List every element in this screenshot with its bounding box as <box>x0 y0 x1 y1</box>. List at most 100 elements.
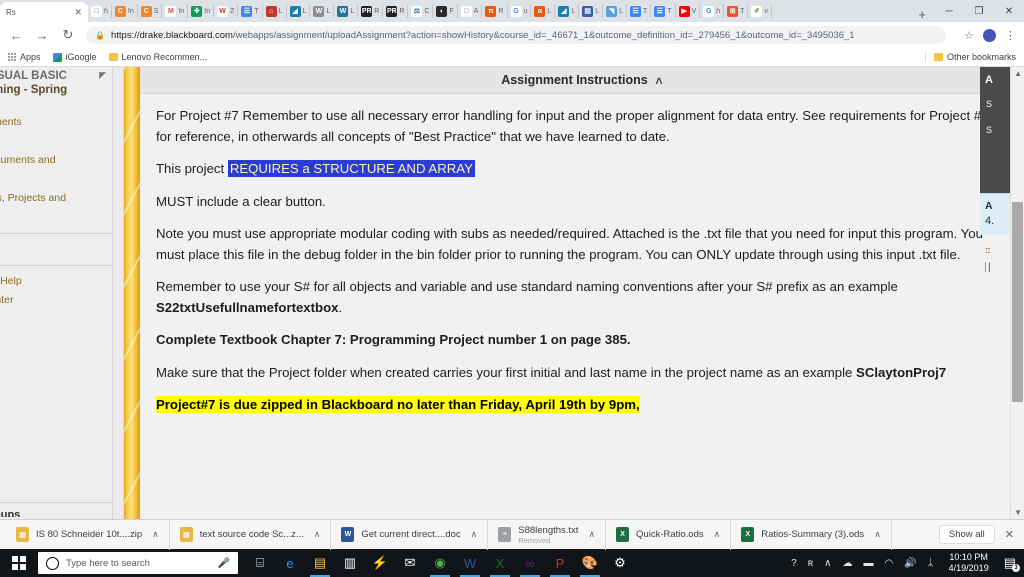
background-tab[interactable]: M In <box>162 4 189 18</box>
background-tab[interactable]: ☰ T <box>651 4 676 18</box>
settings-icon[interactable]: ⚙ <box>606 549 634 577</box>
background-tab[interactable]: ◢ L <box>555 4 580 18</box>
chevron-up-icon[interactable]: ∧ <box>654 74 664 87</box>
help-icon[interactable]: ? <box>791 558 797 569</box>
background-tab[interactable]: ▶ V <box>676 4 701 18</box>
background-tab[interactable]: ✚ In <box>188 4 215 18</box>
maximize-button[interactable]: ❐ <box>964 6 994 17</box>
download-menu-caret-icon[interactable]: ∧ <box>874 529 881 540</box>
battery-icon[interactable]: ▬ <box>863 558 873 569</box>
wifi-icon[interactable]: ◠ <box>884 558 893 569</box>
scroll-up-icon[interactable]: ▲ <box>1014 69 1022 78</box>
sidebar-item[interactable]: Center <box>0 291 112 310</box>
sidebar-item[interactable]: s <box>0 132 112 151</box>
show-hidden-icons[interactable]: ∧ <box>824 558 831 569</box>
forward-icon[interactable]: → <box>34 28 50 43</box>
chrome-menu-icon[interactable]: ⋮ <box>1005 29 1016 42</box>
download-item[interactable]: ▤ text source code Sc...z... ∧ <box>170 519 332 550</box>
background-tab[interactable]: WZ <box>214 4 239 18</box>
background-tab[interactable]: ⚖ C <box>408 4 434 18</box>
taskbar-search[interactable]: Type here to search 🎤 <box>38 552 238 574</box>
background-tab[interactable]: □ A <box>458 4 483 18</box>
page-scrollbar[interactable]: ▲ ▼ <box>1010 67 1024 519</box>
sidebar-item[interactable]: s <box>0 170 112 189</box>
assignment-instructions-header[interactable]: Assignment Instructions ∧ <box>140 67 1024 94</box>
onedrive-icon[interactable]: ☁ <box>842 558 852 569</box>
close-downloads-bar-icon[interactable]: ✕ <box>1005 528 1014 541</box>
download-item[interactable]: W Get current direct....doc ∧ <box>331 519 489 550</box>
volume-icon[interactable]: 🔊 <box>904 558 916 569</box>
bookmark-star-icon[interactable]: ☆ <box>964 29 974 42</box>
background-tab[interactable]: ✐ v <box>748 4 772 18</box>
new-tab-button[interactable]: + <box>910 7 934 22</box>
bookmark-apps[interactable]: Apps <box>8 52 41 62</box>
background-tab[interactable]: CS <box>138 4 163 18</box>
excel-icon[interactable]: X <box>486 549 514 577</box>
download-item[interactable]: X Ratios-Summary (3).ods ∧ <box>731 519 892 550</box>
background-tab[interactable]: ⌂ L <box>263 4 287 18</box>
address-bar[interactable]: 🔒 https://drake.blackboard.com/webapps/a… <box>86 26 947 44</box>
download-item[interactable]: ▤ IS 80 Schneider 10t....zip ∧ <box>6 519 170 550</box>
sidebar-item[interactable]: ons <box>0 208 112 227</box>
scrollbar-thumb[interactable] <box>1012 202 1023 402</box>
bluetooth-icon[interactable]: ᛦ <box>928 558 934 569</box>
download-item[interactable]: ≡ S88lengths.txt Removed ∧ <box>488 519 607 550</box>
background-tab[interactable]: □ h <box>88 4 112 18</box>
other-bookmarks[interactable]: Other bookmarks <box>924 52 1016 62</box>
sidebar-item[interactable]: ard Help <box>0 272 112 291</box>
active-tab[interactable]: Rs ✕ <box>0 2 88 22</box>
background-tab[interactable]: PR R <box>383 4 409 18</box>
background-tab[interactable]: ☰ T <box>627 4 652 18</box>
bookmark-lenovo[interactable]: Lenovo Recommen... <box>108 52 207 62</box>
taskbar-clock[interactable]: 10:10 PM 4/19/2019 <box>945 552 993 574</box>
scroll-down-icon[interactable]: ▼ <box>1014 508 1022 517</box>
background-tab[interactable]: ◢ L <box>287 4 311 18</box>
download-item[interactable]: X Quick-Ratio.ods ∧ <box>606 519 732 550</box>
sidebar-item-groups[interactable]: oups <box>0 509 112 517</box>
background-tab[interactable]: WL <box>334 4 359 18</box>
background-tab[interactable]: ☰ T <box>238 4 263 18</box>
start-button[interactable] <box>0 556 38 570</box>
microsoft-store-icon[interactable]: ▥ <box>336 549 364 577</box>
lightning-icon[interactable]: ⚡ <box>366 549 394 577</box>
background-tab[interactable]: ⊞ T <box>724 4 749 18</box>
word-icon[interactable]: W <box>456 549 484 577</box>
download-menu-caret-icon[interactable]: ∧ <box>714 529 721 540</box>
download-menu-caret-icon[interactable]: ∧ <box>588 529 595 540</box>
background-tab[interactable]: ▤ L <box>579 4 604 18</box>
pin-icon[interactable]: ◤ <box>99 70 106 81</box>
visual-studio-icon[interactable]: ∞ <box>516 549 544 577</box>
paint-icon[interactable]: 🎨 <box>576 549 604 577</box>
background-tab[interactable]: C In <box>112 4 138 18</box>
background-tab[interactable]: ◐ F <box>433 4 458 18</box>
sidebar-item[interactable]: les <box>0 240 112 259</box>
background-tab[interactable]: αL <box>531 4 556 18</box>
show-all-downloads-button[interactable]: Show all <box>938 525 995 544</box>
background-tab[interactable]: ◥ L <box>603 4 628 18</box>
download-menu-caret-icon[interactable]: ∧ <box>314 529 321 540</box>
edge-icon[interactable]: e <box>276 549 304 577</box>
microphone-icon[interactable]: 🎤 <box>218 558 230 569</box>
close-window-button[interactable]: ✕ <box>994 6 1024 17</box>
sidebar-item[interactable]: Documents and <box>0 151 112 170</box>
background-tab[interactable]: WL <box>310 4 335 18</box>
background-tab[interactable]: Gh <box>700 4 725 18</box>
sidebar-item[interactable]: ents, Projects and <box>0 189 112 208</box>
people-icon[interactable]: ʀ <box>808 558 813 569</box>
action-center-icon[interactable]: ▤ 3 <box>1004 555 1020 572</box>
background-tab[interactable]: Gu <box>508 4 532 18</box>
back-icon[interactable]: ← <box>8 28 24 43</box>
reload-icon[interactable]: ↻ <box>60 27 76 43</box>
bookmark-igoogle[interactable]: iGoogle <box>52 52 97 62</box>
download-menu-caret-icon[interactable]: ∧ <box>152 529 159 540</box>
task-view-icon[interactable]: ⌸ <box>246 549 274 577</box>
gold-divider-bar[interactable] <box>124 67 140 519</box>
download-menu-caret-icon[interactable]: ∧ <box>471 529 478 540</box>
minimize-button[interactable]: ─ <box>934 6 964 17</box>
profile-avatar[interactable] <box>983 28 996 42</box>
file-explorer-icon[interactable]: ▤ <box>306 549 334 577</box>
background-tab[interactable]: πR <box>482 4 508 18</box>
mail-icon[interactable]: ✉ <box>396 549 424 577</box>
close-tab-icon[interactable]: ✕ <box>74 7 82 18</box>
background-tab[interactable]: PR R <box>358 4 384 18</box>
